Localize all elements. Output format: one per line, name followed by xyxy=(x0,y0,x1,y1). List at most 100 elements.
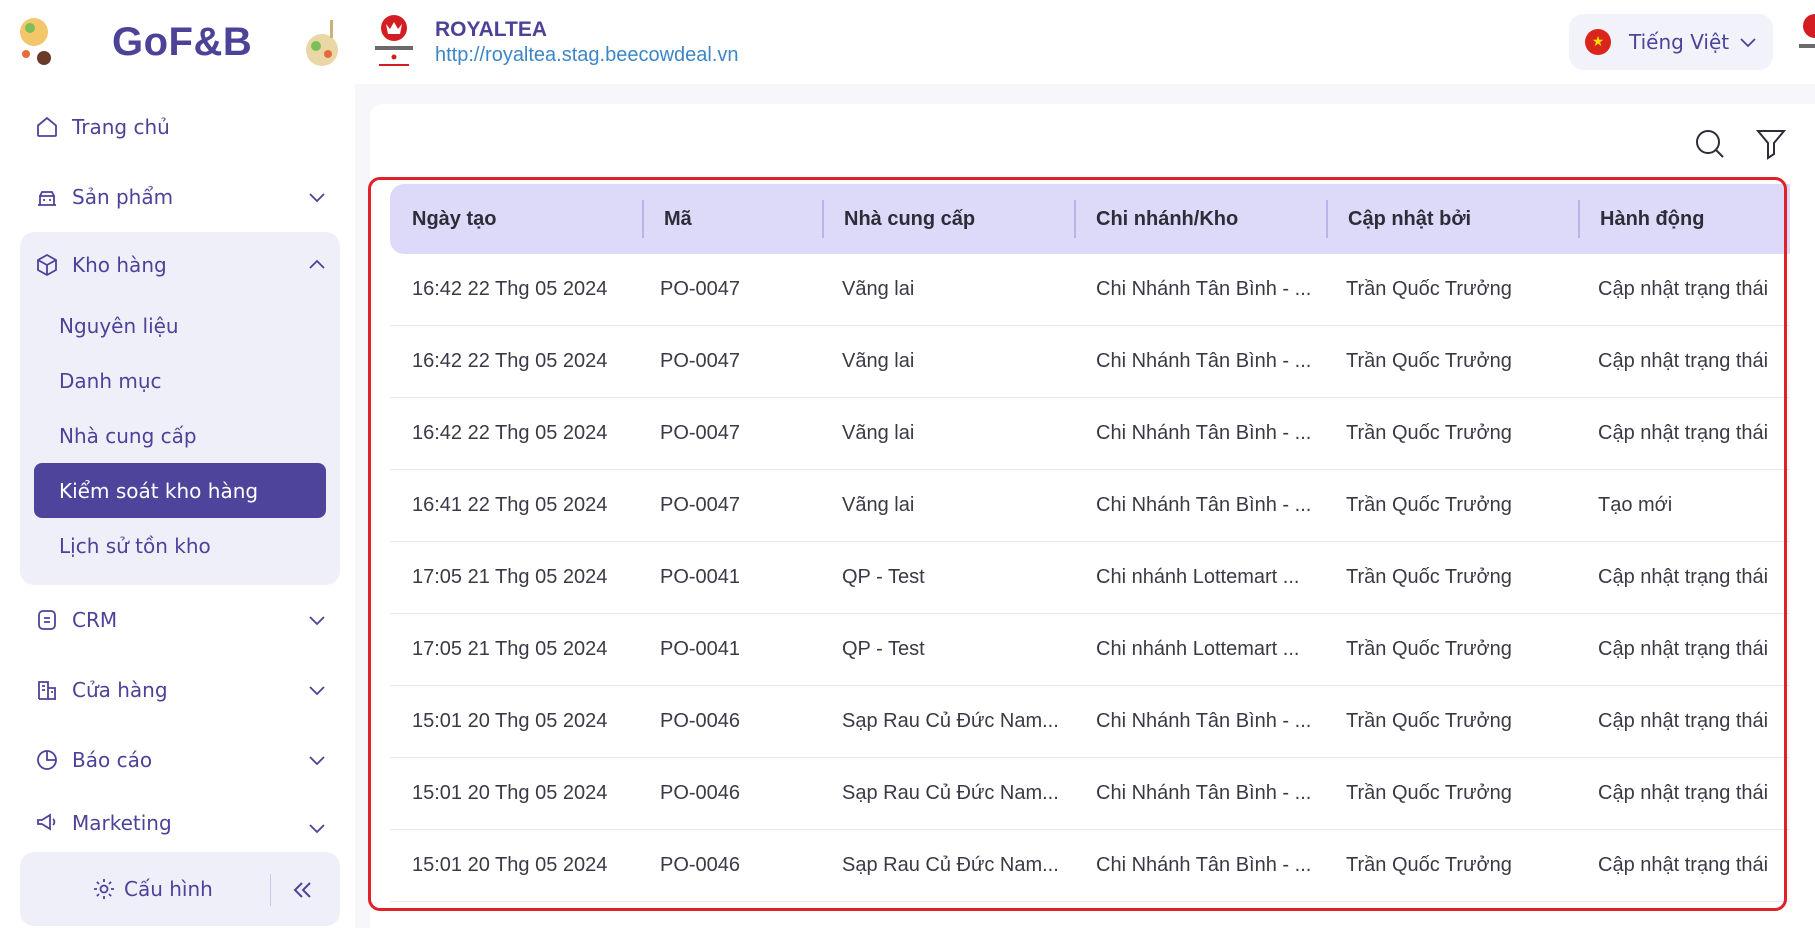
logo-bar: GoF&B xyxy=(0,0,355,84)
nav-label: Báo cáo xyxy=(72,748,153,772)
cell-created: 15:01 20 Thg 05 2024 xyxy=(412,782,608,804)
cell-created: 16:42 22 Thg 05 2024 xyxy=(412,422,608,444)
chevron-down-icon xyxy=(1740,38,1756,48)
column-header-branch[interactable]: Chi nhánh/Kho xyxy=(1074,184,1326,254)
nav-item-reports[interactable]: Báo cáo xyxy=(20,725,340,795)
sub-item-materials[interactable]: Nguyên liệu xyxy=(34,298,326,353)
vietnam-flag-icon: ★ xyxy=(1585,29,1611,55)
table-row[interactable]: 16:41 22 Thg 05 2024 PO-0047 Vãng lai Chi N… xyxy=(390,470,1790,542)
brand-url-link[interactable]: http://royaltea.stag.beecowdeal.vn xyxy=(435,44,739,67)
cell-action: Cập nhật trạng thái xyxy=(1598,566,1769,588)
cell-action: Cập nhật trạng thái xyxy=(1598,422,1769,444)
nav-item-products[interactable]: Sản phẩm xyxy=(20,162,340,232)
cell-branch: Chi nhánh Lottemart ... xyxy=(1096,566,1300,588)
cell-branch: Chi Nhánh Tân Bình - ... xyxy=(1096,494,1312,516)
nav-item-warehouse[interactable]: Kho hàng xyxy=(20,232,340,298)
cell-code: PO-0046 xyxy=(660,710,741,732)
column-header-created[interactable]: Ngày tạo xyxy=(390,184,642,254)
filter-icon[interactable] xyxy=(1754,126,1788,162)
cell-action: Cập nhật trạng thái xyxy=(1598,278,1769,300)
cell-updated-by: Trần Quốc Trưởng xyxy=(1346,566,1512,588)
home-icon xyxy=(34,114,60,140)
cell-code: PO-0047 xyxy=(660,422,741,444)
cell-updated-by: Trần Quốc Trưởng xyxy=(1346,494,1512,516)
cell-supplier: QP - Test xyxy=(842,566,925,588)
cell-branch: Chi Nhánh Tân Bình - ... xyxy=(1096,422,1312,444)
cell-action: Cập nhật trạng thái xyxy=(1598,638,1769,660)
cell-code: PO-0047 xyxy=(660,350,741,372)
table-row[interactable]: 17:05 21 Thg 05 2024 PO-0041 QP - Test Chi … xyxy=(390,614,1790,686)
table-row[interactable]: 16:42 22 Thg 05 2024 PO-0047 Vãng lai Chi N… xyxy=(390,326,1790,398)
gear-icon xyxy=(94,879,114,899)
cell-supplier: Sạp Rau Củ Đức Nam... xyxy=(842,854,1059,876)
chevron-up-icon xyxy=(309,259,325,269)
cell-created: 15:01 20 Thg 05 2024 xyxy=(412,854,608,876)
cell-updated-by: Trần Quốc Trưởng xyxy=(1346,350,1512,372)
nav-item-stores[interactable]: Cửa hàng xyxy=(20,655,340,725)
nav-item-crm[interactable]: CRM xyxy=(20,585,340,655)
cell-supplier: Sạp Rau Củ Đức Nam... xyxy=(842,782,1059,804)
config-button[interactable]: Cấu hình xyxy=(92,877,213,901)
sub-item-stock-history[interactable]: Lịch sử tồn kho xyxy=(34,518,326,573)
cell-created: 16:42 22 Thg 05 2024 xyxy=(412,350,608,372)
table-header: Ngày tạo Mã Nhà cung cấp Chi nhánh/Kho C… xyxy=(390,184,1790,254)
cell-created: 17:05 21 Thg 05 2024 xyxy=(412,566,608,588)
language-select[interactable]: ★ Tiếng Việt xyxy=(1569,14,1773,70)
column-header-updated-by[interactable]: Cập nhật bởi xyxy=(1326,184,1578,254)
sub-item-categories[interactable]: Danh mục xyxy=(34,353,326,408)
warehouse-group: Kho hàng Nguyên liệu Danh mục Nhà cung c… xyxy=(20,232,340,585)
cell-supplier: Vãng lai xyxy=(842,422,915,444)
cell-created: 16:41 22 Thg 05 2024 xyxy=(412,494,608,516)
cell-updated-by: Trần Quốc Trưởng xyxy=(1346,422,1512,444)
table-row[interactable]: 15:01 20 Thg 05 2024 PO-0046 Sạp Rau Củ Đứ… xyxy=(390,830,1790,902)
column-header-code[interactable]: Mã xyxy=(642,184,822,254)
cell-code: PO-0041 xyxy=(660,566,741,588)
table-row[interactable]: 16:42 22 Thg 05 2024 PO-0047 Vãng lai Chi N… xyxy=(390,398,1790,470)
cell-code: PO-0046 xyxy=(660,782,741,804)
cell-updated-by: Trần Quốc Trưởng xyxy=(1346,710,1512,732)
search-icon[interactable] xyxy=(1692,126,1728,162)
cell-branch: Chi Nhánh Tân Bình - ... xyxy=(1096,854,1312,876)
table-row[interactable]: 17:05 21 Thg 05 2024 PO-0041 QP - Test Chi … xyxy=(390,542,1790,614)
nav-label: Kho hàng xyxy=(72,253,167,277)
column-header-action[interactable]: Hành động xyxy=(1578,184,1790,254)
nav-item-marketing[interactable]: Marketing xyxy=(20,795,340,835)
config-label: Cấu hình xyxy=(124,877,213,901)
box-icon xyxy=(34,252,60,278)
table-row[interactable]: 15:01 20 Thg 05 2024 PO-0046 Sạp Rau Củ Đứ… xyxy=(390,686,1790,758)
config-bar: Cấu hình xyxy=(20,852,340,926)
cell-updated-by: Trần Quốc Trưởng xyxy=(1346,278,1512,300)
nav-label: Marketing xyxy=(72,811,172,835)
cell-updated-by: Trần Quốc Trưởng xyxy=(1346,782,1512,804)
crm-icon xyxy=(34,607,60,633)
chevron-down-icon xyxy=(309,824,325,834)
inventory-history-table: Ngày tạo Mã Nhà cung cấp Chi nhánh/Kho C… xyxy=(390,184,1790,902)
cell-branch: Chi Nhánh Tân Bình - ... xyxy=(1096,710,1312,732)
cell-action: Cập nhật trạng thái xyxy=(1598,854,1769,876)
cell-created: 16:42 22 Thg 05 2024 xyxy=(412,278,608,300)
cell-branch: Chi Nhánh Tân Bình - ... xyxy=(1096,350,1312,372)
table-row[interactable]: 16:42 22 Thg 05 2024 PO-0047 Vãng lai Chi N… xyxy=(390,254,1790,326)
nav-label: CRM xyxy=(72,608,118,632)
cell-branch: Chi nhánh Lottemart ... xyxy=(1096,638,1300,660)
column-header-supplier[interactable]: Nhà cung cấp xyxy=(822,184,1074,254)
sub-item-inventory-control[interactable]: Kiểm soát kho hàng xyxy=(34,463,326,518)
nav-item-home[interactable]: Trang chủ xyxy=(20,92,340,162)
megaphone-icon xyxy=(34,809,60,835)
cell-supplier: Vãng lai xyxy=(842,278,915,300)
sub-item-suppliers[interactable]: Nhà cung cấp xyxy=(34,408,326,463)
food-decoration-icon xyxy=(20,18,51,65)
brand-logo-partial xyxy=(1799,14,1815,48)
chevron-down-icon xyxy=(309,616,325,626)
products-icon xyxy=(34,184,60,210)
cell-branch: Chi Nhánh Tân Bình - ... xyxy=(1096,782,1312,804)
brand-logo[interactable] xyxy=(369,12,419,70)
table-row[interactable]: 15:01 20 Thg 05 2024 PO-0046 Sạp Rau Củ Đứ… xyxy=(390,758,1790,830)
app-logo[interactable]: GoF&B xyxy=(112,20,252,65)
language-label: Tiếng Việt xyxy=(1629,30,1730,54)
cell-supplier: Sạp Rau Củ Đức Nam... xyxy=(842,710,1059,732)
collapse-icon[interactable] xyxy=(288,876,316,904)
cell-action: Cập nhật trạng thái xyxy=(1598,782,1769,804)
cell-action: Cập nhật trạng thái xyxy=(1598,710,1769,732)
cell-created: 15:01 20 Thg 05 2024 xyxy=(412,710,608,732)
